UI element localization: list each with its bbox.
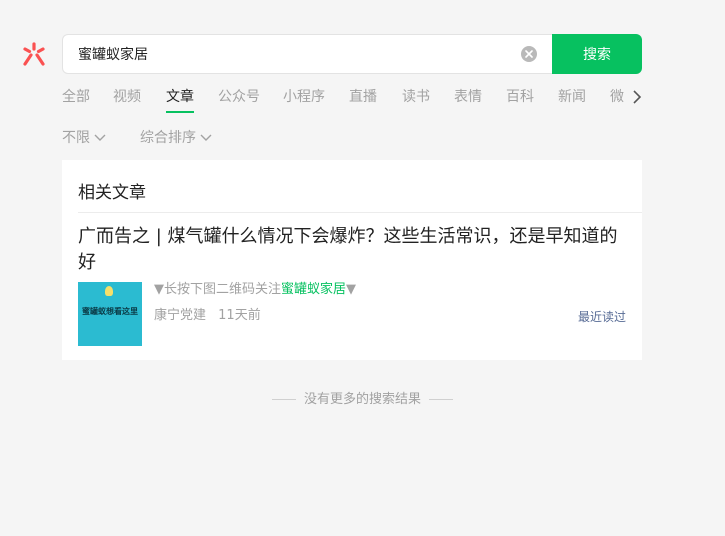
result-title-link[interactable]: 广而告之 | 煤气罐什么情况下会爆炸？这些生活常识，还是早知道的好 xyxy=(78,224,626,276)
bulb-icon xyxy=(105,286,113,296)
tab-mini-program[interactable]: 小程序 xyxy=(283,86,325,108)
tab-encyclopedia[interactable]: 百科 xyxy=(506,86,534,108)
sort-filter-label: 综合排序 xyxy=(140,130,196,146)
tab-bar: 全部 视频 文章 公众号 小程序 直播 读书 表情 百科 新闻 微 xyxy=(62,86,628,116)
result-thumbnail[interactable]: 蜜罐蚁想看这里 xyxy=(78,282,142,346)
recent-read-label[interactable]: 最近读过 xyxy=(578,308,626,326)
section-title: 相关文章 xyxy=(78,183,146,203)
divider xyxy=(78,212,642,213)
search-box xyxy=(62,34,552,74)
active-tab-indicator xyxy=(166,111,194,113)
divider-right xyxy=(429,399,453,400)
search-button[interactable]: 搜索 xyxy=(552,34,642,74)
thumbnail-text: 蜜罐蚁想看这里 xyxy=(82,307,138,316)
result-source: 康宁党建 xyxy=(154,308,207,323)
divider-left xyxy=(271,399,296,400)
time-filter[interactable]: 不限 xyxy=(62,128,106,148)
end-of-results: 没有更多的搜索结果 xyxy=(0,390,725,410)
result-meta: 康宁党建 11天前 xyxy=(154,306,269,326)
time-filter-label: 不限 xyxy=(62,130,90,146)
tab-news[interactable]: 新闻 xyxy=(558,86,586,108)
results-card: 相关文章 广而告之 | 煤气罐什么情况下会爆炸？这些生活常识，还是早知道的好 蜜… xyxy=(62,160,642,360)
tab-video[interactable]: 视频 xyxy=(113,86,141,108)
desc-highlight: 蜜罐蚁家居 xyxy=(281,282,347,297)
search-input[interactable] xyxy=(78,35,498,73)
search-page: 搜索 全部 视频 文章 公众号 小程序 直播 读书 表情 百科 新闻 微 不限 … xyxy=(0,0,725,536)
tab-live[interactable]: 直播 xyxy=(349,86,377,108)
tab-all[interactable]: 全部 xyxy=(62,86,90,108)
chevron-right-icon[interactable] xyxy=(630,89,644,105)
desc-prefix: ▼长按下图二维码关注 xyxy=(154,282,281,297)
chevron-down-icon xyxy=(94,134,106,141)
result-description: ▼长按下图二维码关注蜜罐蚁家居▼ xyxy=(154,280,356,300)
search-logo-icon xyxy=(23,42,45,66)
chevron-down-icon xyxy=(200,134,212,141)
desc-suffix: ▼ xyxy=(346,282,357,297)
tab-article[interactable]: 文章 xyxy=(166,86,194,108)
tab-stickers[interactable]: 表情 xyxy=(454,86,482,108)
end-text: 没有更多的搜索结果 xyxy=(303,392,421,407)
result-time: 11天前 xyxy=(218,308,261,323)
tab-reading[interactable]: 读书 xyxy=(402,86,430,108)
sort-filter[interactable]: 综合排序 xyxy=(140,128,212,148)
tab-official-account[interactable]: 公众号 xyxy=(218,86,260,108)
clear-icon[interactable] xyxy=(521,46,537,62)
tab-wechat[interactable]: 微 xyxy=(610,86,624,108)
